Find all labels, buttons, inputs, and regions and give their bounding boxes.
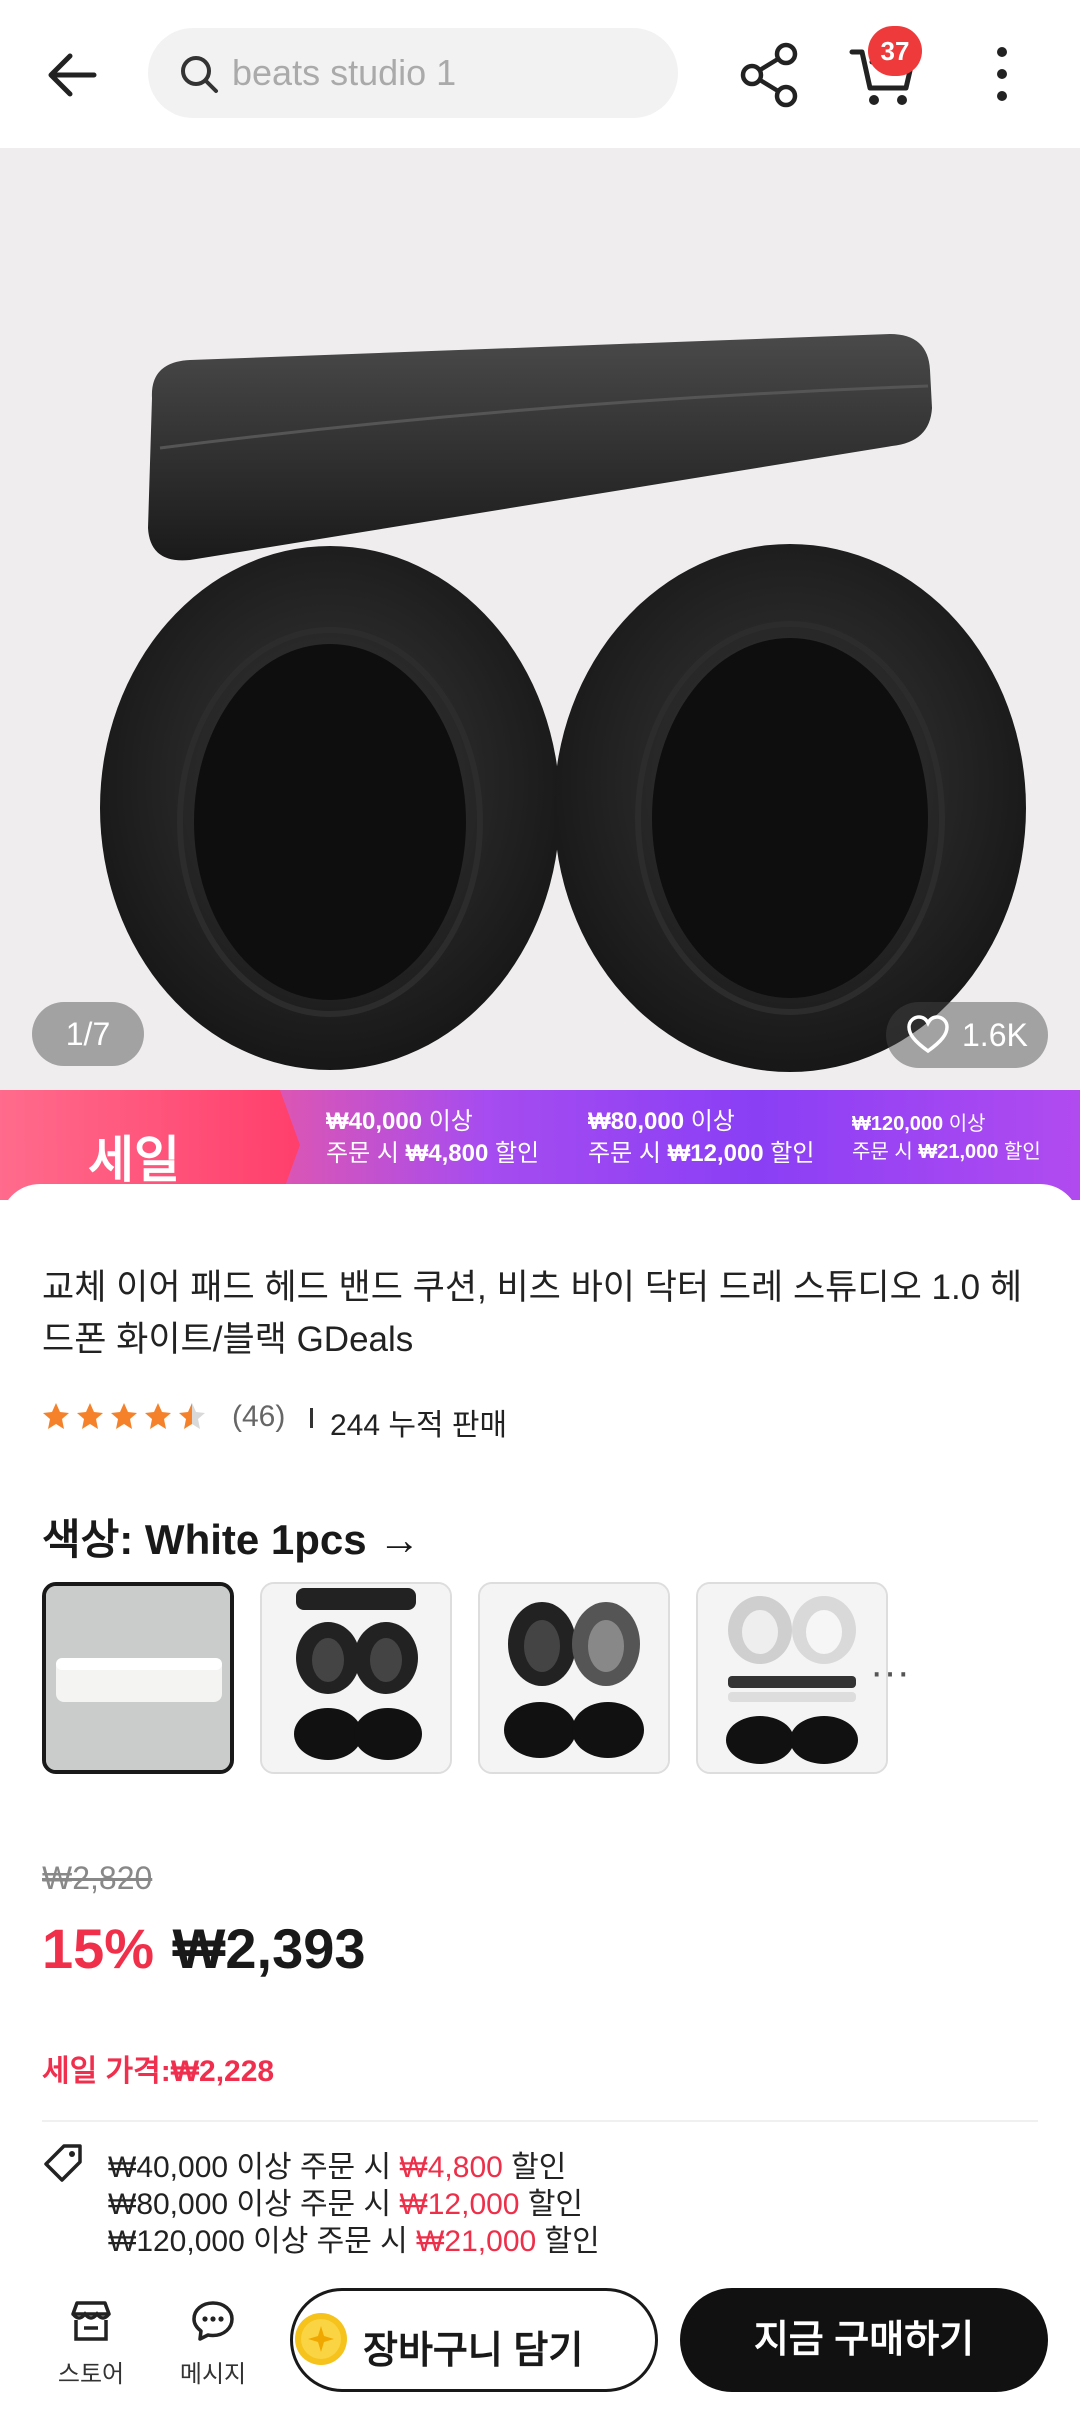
search-bar[interactable] xyxy=(148,28,678,118)
bottom-action-bar: 스토어 메시지 장바구니 담기 지금 구매하기 xyxy=(0,2270,1080,2420)
current-price: ₩2,393 xyxy=(172,1917,366,1980)
store-label: 스토어 xyxy=(57,2361,125,2388)
image-pager-indicator: 1/7 xyxy=(32,1002,144,1066)
back-button[interactable] xyxy=(38,40,108,110)
add-to-cart-button[interactable]: 장바구니 담기 xyxy=(290,2288,658,2392)
coupon-line: ₩120,000 이상 주문 시 ₩21,000 할인 xyxy=(108,2225,600,2258)
tag-icon xyxy=(44,2144,82,2182)
original-price: ₩2,820 xyxy=(42,1860,153,1896)
add-to-cart-label: 장바구니 담기 xyxy=(363,2330,584,2372)
divider xyxy=(310,1408,313,1428)
heart-icon xyxy=(907,1015,949,1054)
sale-tier-3: ₩120,000 이상 주문 시 ₩21,000 할인 xyxy=(852,1113,1041,1163)
section-divider xyxy=(42,2120,1038,2122)
swatch-white-1pcs[interactable] xyxy=(42,1582,234,1774)
black-pads-gray-thumbnail xyxy=(480,1584,668,1772)
product-detail-card: 교체 이어 패드 헤드 밴드 쿠션, 비츠 바이 닥터 드레 스튜디오 1.0 … xyxy=(0,1184,1080,2420)
product-photo xyxy=(100,334,1026,1072)
arrow-right-icon: → xyxy=(378,1516,421,1563)
cart-count-badge: 37 xyxy=(868,26,922,76)
chat-bubble-icon xyxy=(192,2301,234,2341)
buy-now-button[interactable]: 지금 구매하기 xyxy=(680,2288,1048,2392)
swatch-black-set[interactable] xyxy=(260,1582,452,1774)
wishlist-button[interactable]: 1.6K xyxy=(886,1002,1048,1068)
sale-label: 세일 xyxy=(88,1132,180,1188)
like-count: 1.6K xyxy=(962,1017,1028,1053)
black-pads-thumbnail xyxy=(262,1584,450,1772)
discount-percent: 15% xyxy=(42,1917,155,1980)
top-app-bar: 37 xyxy=(0,0,1080,148)
arrow-left-icon xyxy=(48,53,97,97)
price-row: 15% ₩2,393 xyxy=(42,1916,366,1981)
swatch-white-set[interactable] xyxy=(696,1582,888,1774)
coin-icon xyxy=(295,2313,347,2365)
product-image-carousel[interactable] xyxy=(0,148,1080,1092)
search-icon xyxy=(181,56,218,93)
search-input[interactable] xyxy=(232,46,652,100)
more-options-button[interactable] xyxy=(982,42,1022,106)
white-headband-thumbnail xyxy=(46,1586,230,1770)
message-label: 메시지 xyxy=(179,2361,247,2388)
share-icon xyxy=(740,42,798,108)
rating-stars-icon xyxy=(43,1403,205,1429)
store-button[interactable]: 스토어 xyxy=(36,2298,146,2408)
more-swatches-button[interactable]: ··· xyxy=(870,1650,910,1695)
product-title: 교체 이어 패드 헤드 밴드 쿠션, 비츠 바이 닥터 드레 스튜디오 1.0 … xyxy=(42,1268,1023,1359)
message-button[interactable]: 메시지 xyxy=(158,2298,268,2408)
more-vertical-icon xyxy=(997,47,1007,101)
sale-price: 세일 가격:₩2,228 xyxy=(42,2055,275,2088)
store-icon xyxy=(71,2301,111,2341)
swatch-black-pads[interactable] xyxy=(478,1582,670,1774)
sale-tier-1: ₩40,000 이상 주문 시 ₩4,800 할인 xyxy=(326,1108,540,1167)
share-button[interactable] xyxy=(738,40,800,110)
review-count: (46) xyxy=(232,1400,286,1433)
sold-count: 244 누적 판매 xyxy=(330,1409,508,1442)
white-set-thumbnail xyxy=(698,1584,886,1772)
color-selector-heading[interactable]: 색상: White 1pcs → xyxy=(42,1506,420,1567)
sale-tier-2: ₩80,000 이상 주문 시 ₩12,000 할인 xyxy=(588,1108,815,1167)
